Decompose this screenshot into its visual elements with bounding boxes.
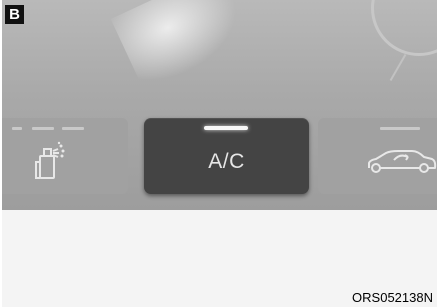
recirculation-button[interactable] <box>318 118 437 194</box>
figure-frame: A/C B ORS052138N <box>2 0 437 307</box>
control-panel-photo: A/C <box>2 0 437 210</box>
ac-button-label: A/C <box>208 150 245 173</box>
indicator-segment <box>62 127 84 130</box>
knob-edge <box>371 0 437 56</box>
light-glare <box>110 0 254 92</box>
air-freshener-button[interactable] <box>2 118 128 194</box>
air-freshener-icon <box>35 141 65 179</box>
figure-code: ORS052138N <box>352 290 433 305</box>
indicator-segment <box>380 127 420 130</box>
indicator-segment <box>12 127 22 130</box>
ac-button[interactable]: A/C <box>144 118 309 194</box>
ac-indicator-light <box>204 126 248 130</box>
panel-seam <box>389 54 433 96</box>
indicator-segment <box>32 127 54 130</box>
figure-badge: B <box>5 5 24 24</box>
button-row: A/C <box>2 118 437 198</box>
car-recirculation-icon <box>368 150 437 173</box>
